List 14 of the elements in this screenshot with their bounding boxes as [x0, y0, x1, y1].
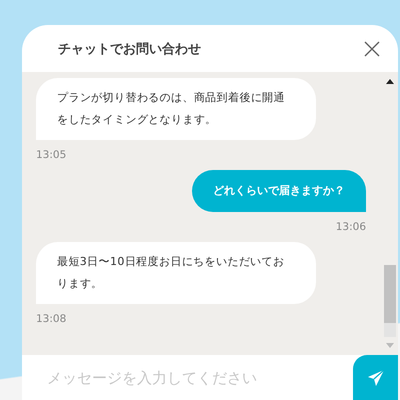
message-time: 13:05 [36, 149, 68, 161]
scrollbar-track[interactable] [384, 265, 396, 337]
chat-title: チャットでお問い合わせ [58, 40, 201, 58]
scroll-up-icon[interactable] [386, 78, 394, 84]
user-message: どれくらいで届きますか？ [192, 170, 366, 212]
scroll-down-icon[interactable] [386, 343, 394, 349]
bot-message: 最短3日〜10日程度お日にちをいただいております。 [36, 242, 316, 304]
send-button[interactable] [353, 355, 398, 400]
message-time: 13:06 [336, 221, 366, 233]
scrollbar-thumb[interactable] [384, 265, 396, 323]
message-time: 13:08 [36, 313, 68, 325]
close-icon[interactable] [364, 40, 380, 56]
bot-message: プランが切り替わるのは、商品到着後に開通をしたタイミングとなります。 [36, 78, 316, 140]
send-icon [366, 368, 384, 386]
